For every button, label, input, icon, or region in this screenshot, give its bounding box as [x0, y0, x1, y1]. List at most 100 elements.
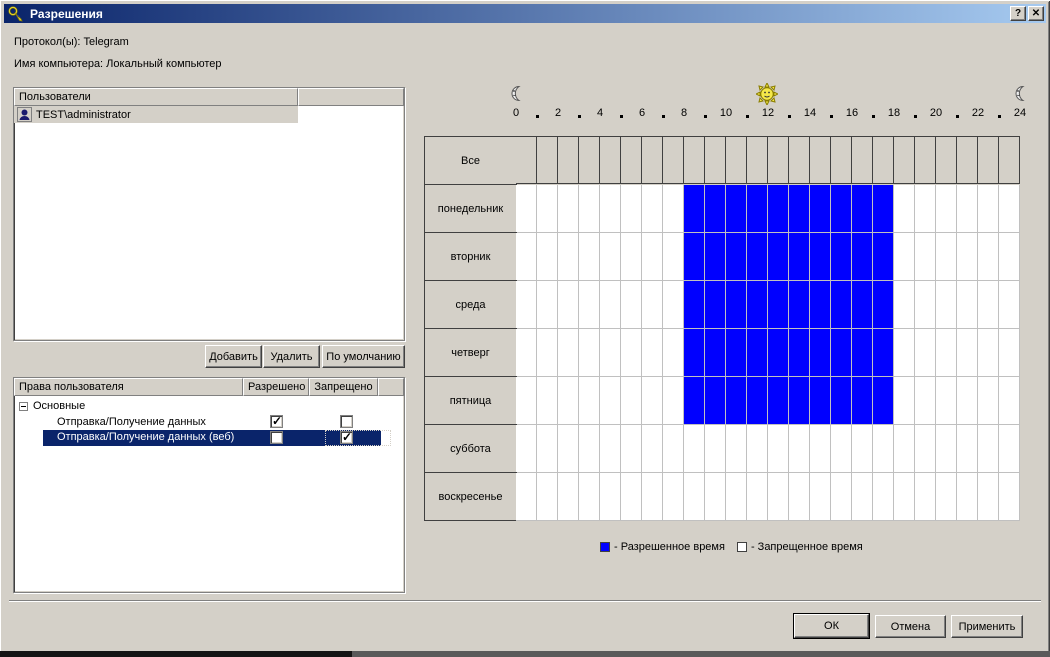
ok-button[interactable]: ОК	[794, 614, 869, 638]
schedule-hour-cell[interactable]	[810, 185, 831, 233]
schedule-hour-cell[interactable]	[957, 329, 978, 377]
schedule-hour-cell[interactable]	[516, 473, 537, 521]
schedule-hour-cell[interactable]	[621, 233, 642, 281]
schedule-hour-cell[interactable]	[726, 185, 747, 233]
schedule-hour-cell[interactable]	[852, 185, 873, 233]
hour-column-header-cell[interactable]	[768, 136, 789, 184]
schedule-hour-cell[interactable]	[663, 233, 684, 281]
schedule-hour-cell[interactable]	[873, 329, 894, 377]
day-row-header[interactable]: воскресенье	[424, 472, 517, 521]
schedule-hour-cell[interactable]	[873, 281, 894, 329]
schedule-hour-cell[interactable]	[516, 281, 537, 329]
add-user-button[interactable]: Добавить	[205, 345, 262, 368]
default-settings-button[interactable]: По умолчанию	[322, 345, 405, 368]
schedule-hour-cell[interactable]	[831, 185, 852, 233]
schedule-hour-cell[interactable]	[999, 473, 1020, 521]
schedule-hour-cell[interactable]	[642, 425, 663, 473]
hour-column-header-cell[interactable]	[915, 136, 936, 184]
schedule-hour-cell[interactable]	[684, 377, 705, 425]
allowed-checkbox[interactable]	[270, 431, 283, 444]
schedule-hour-cell[interactable]	[537, 329, 558, 377]
users-column-header[interactable]: Пользователи	[14, 88, 298, 106]
schedule-hour-cell[interactable]	[663, 377, 684, 425]
schedule-hour-cell[interactable]	[621, 377, 642, 425]
schedule-hour-cell[interactable]	[810, 473, 831, 521]
schedule-hour-cell[interactable]	[894, 377, 915, 425]
schedule-hour-cell[interactable]	[705, 377, 726, 425]
hour-column-header-cell[interactable]	[621, 136, 642, 184]
schedule-hour-cell[interactable]	[894, 281, 915, 329]
schedule-hour-cell[interactable]	[810, 425, 831, 473]
schedule-hour-cell[interactable]	[621, 329, 642, 377]
schedule-hour-cell[interactable]	[831, 281, 852, 329]
schedule-hour-cell[interactable]	[873, 377, 894, 425]
schedule-hour-cell[interactable]	[579, 185, 600, 233]
schedule-hour-cell[interactable]	[810, 377, 831, 425]
schedule-hour-cell[interactable]	[915, 329, 936, 377]
hour-column-header-cell[interactable]	[600, 136, 621, 184]
schedule-hour-cell[interactable]	[516, 377, 537, 425]
schedule-hour-cell[interactable]	[957, 377, 978, 425]
schedule-hour-cell[interactable]	[684, 329, 705, 377]
schedule-hour-cell[interactable]	[936, 281, 957, 329]
schedule-hour-cell[interactable]	[894, 185, 915, 233]
hour-column-header-cell[interactable]	[831, 136, 852, 184]
schedule-hour-cell[interactable]	[936, 473, 957, 521]
schedule-hour-cell[interactable]	[852, 329, 873, 377]
user-list-item[interactable]: TEST\administrator	[14, 106, 298, 123]
all-days-row-header[interactable]: Все	[424, 136, 517, 185]
schedule-hour-cell[interactable]	[873, 185, 894, 233]
schedule-hour-cell[interactable]	[621, 473, 642, 521]
schedule-hour-cell[interactable]	[684, 473, 705, 521]
schedule-hour-cell[interactable]	[789, 425, 810, 473]
schedule-hour-cell[interactable]	[768, 281, 789, 329]
schedule-hour-cell[interactable]	[978, 233, 999, 281]
schedule-hour-cell[interactable]	[600, 281, 621, 329]
schedule-hour-cell[interactable]	[558, 377, 579, 425]
schedule-hour-cell[interactable]	[768, 329, 789, 377]
schedule-hour-cell[interactable]	[600, 377, 621, 425]
schedule-hour-cell[interactable]	[663, 185, 684, 233]
schedule-hour-cell[interactable]	[957, 281, 978, 329]
schedule-hour-cell[interactable]	[978, 377, 999, 425]
schedule-hour-cell[interactable]	[558, 185, 579, 233]
schedule-hour-cell[interactable]	[894, 329, 915, 377]
schedule-hour-cell[interactable]	[999, 185, 1020, 233]
schedule-hour-cell[interactable]	[957, 425, 978, 473]
rights-row-data[interactable]: Отправка/Получение данных	[14, 414, 404, 430]
schedule-hour-cell[interactable]	[852, 281, 873, 329]
schedule-hour-cell[interactable]	[642, 185, 663, 233]
schedule-hour-cell[interactable]	[789, 329, 810, 377]
schedule-hour-cell[interactable]	[537, 233, 558, 281]
schedule-hour-cell[interactable]	[705, 281, 726, 329]
schedule-hour-cell[interactable]	[831, 329, 852, 377]
cancel-button[interactable]: Отмена	[875, 615, 946, 638]
schedule-hour-cell[interactable]	[600, 425, 621, 473]
schedule-hour-cell[interactable]	[789, 281, 810, 329]
schedule-hour-cell[interactable]	[999, 425, 1020, 473]
schedule-hour-cell[interactable]	[600, 473, 621, 521]
schedule-hour-cell[interactable]	[873, 233, 894, 281]
schedule-hour-cell[interactable]	[831, 377, 852, 425]
schedule-hour-cell[interactable]	[726, 377, 747, 425]
hour-column-header-cell[interactable]	[789, 136, 810, 184]
denied-column-header[interactable]: Запрещено	[309, 378, 378, 396]
schedule-hour-cell[interactable]	[915, 185, 936, 233]
schedule-hour-cell[interactable]	[558, 473, 579, 521]
hour-column-header-cell[interactable]	[684, 136, 705, 184]
denied-checkbox[interactable]	[340, 415, 353, 428]
schedule-hour-cell[interactable]	[684, 281, 705, 329]
day-row-header[interactable]: суббота	[424, 424, 517, 473]
schedule-hour-cell[interactable]	[768, 377, 789, 425]
schedule-hour-cell[interactable]	[516, 233, 537, 281]
schedule-hour-cell[interactable]	[936, 233, 957, 281]
day-row-header[interactable]: вторник	[424, 232, 517, 281]
schedule-hour-cell[interactable]	[873, 425, 894, 473]
schedule-hour-cell[interactable]	[894, 233, 915, 281]
schedule-hour-cell[interactable]	[684, 425, 705, 473]
schedule-hour-cell[interactable]	[621, 425, 642, 473]
schedule-hour-cell[interactable]	[726, 233, 747, 281]
rights-group-row[interactable]: Основные	[14, 398, 404, 414]
hour-column-header-cell[interactable]	[537, 136, 558, 184]
hour-column-header-cell[interactable]	[642, 136, 663, 184]
